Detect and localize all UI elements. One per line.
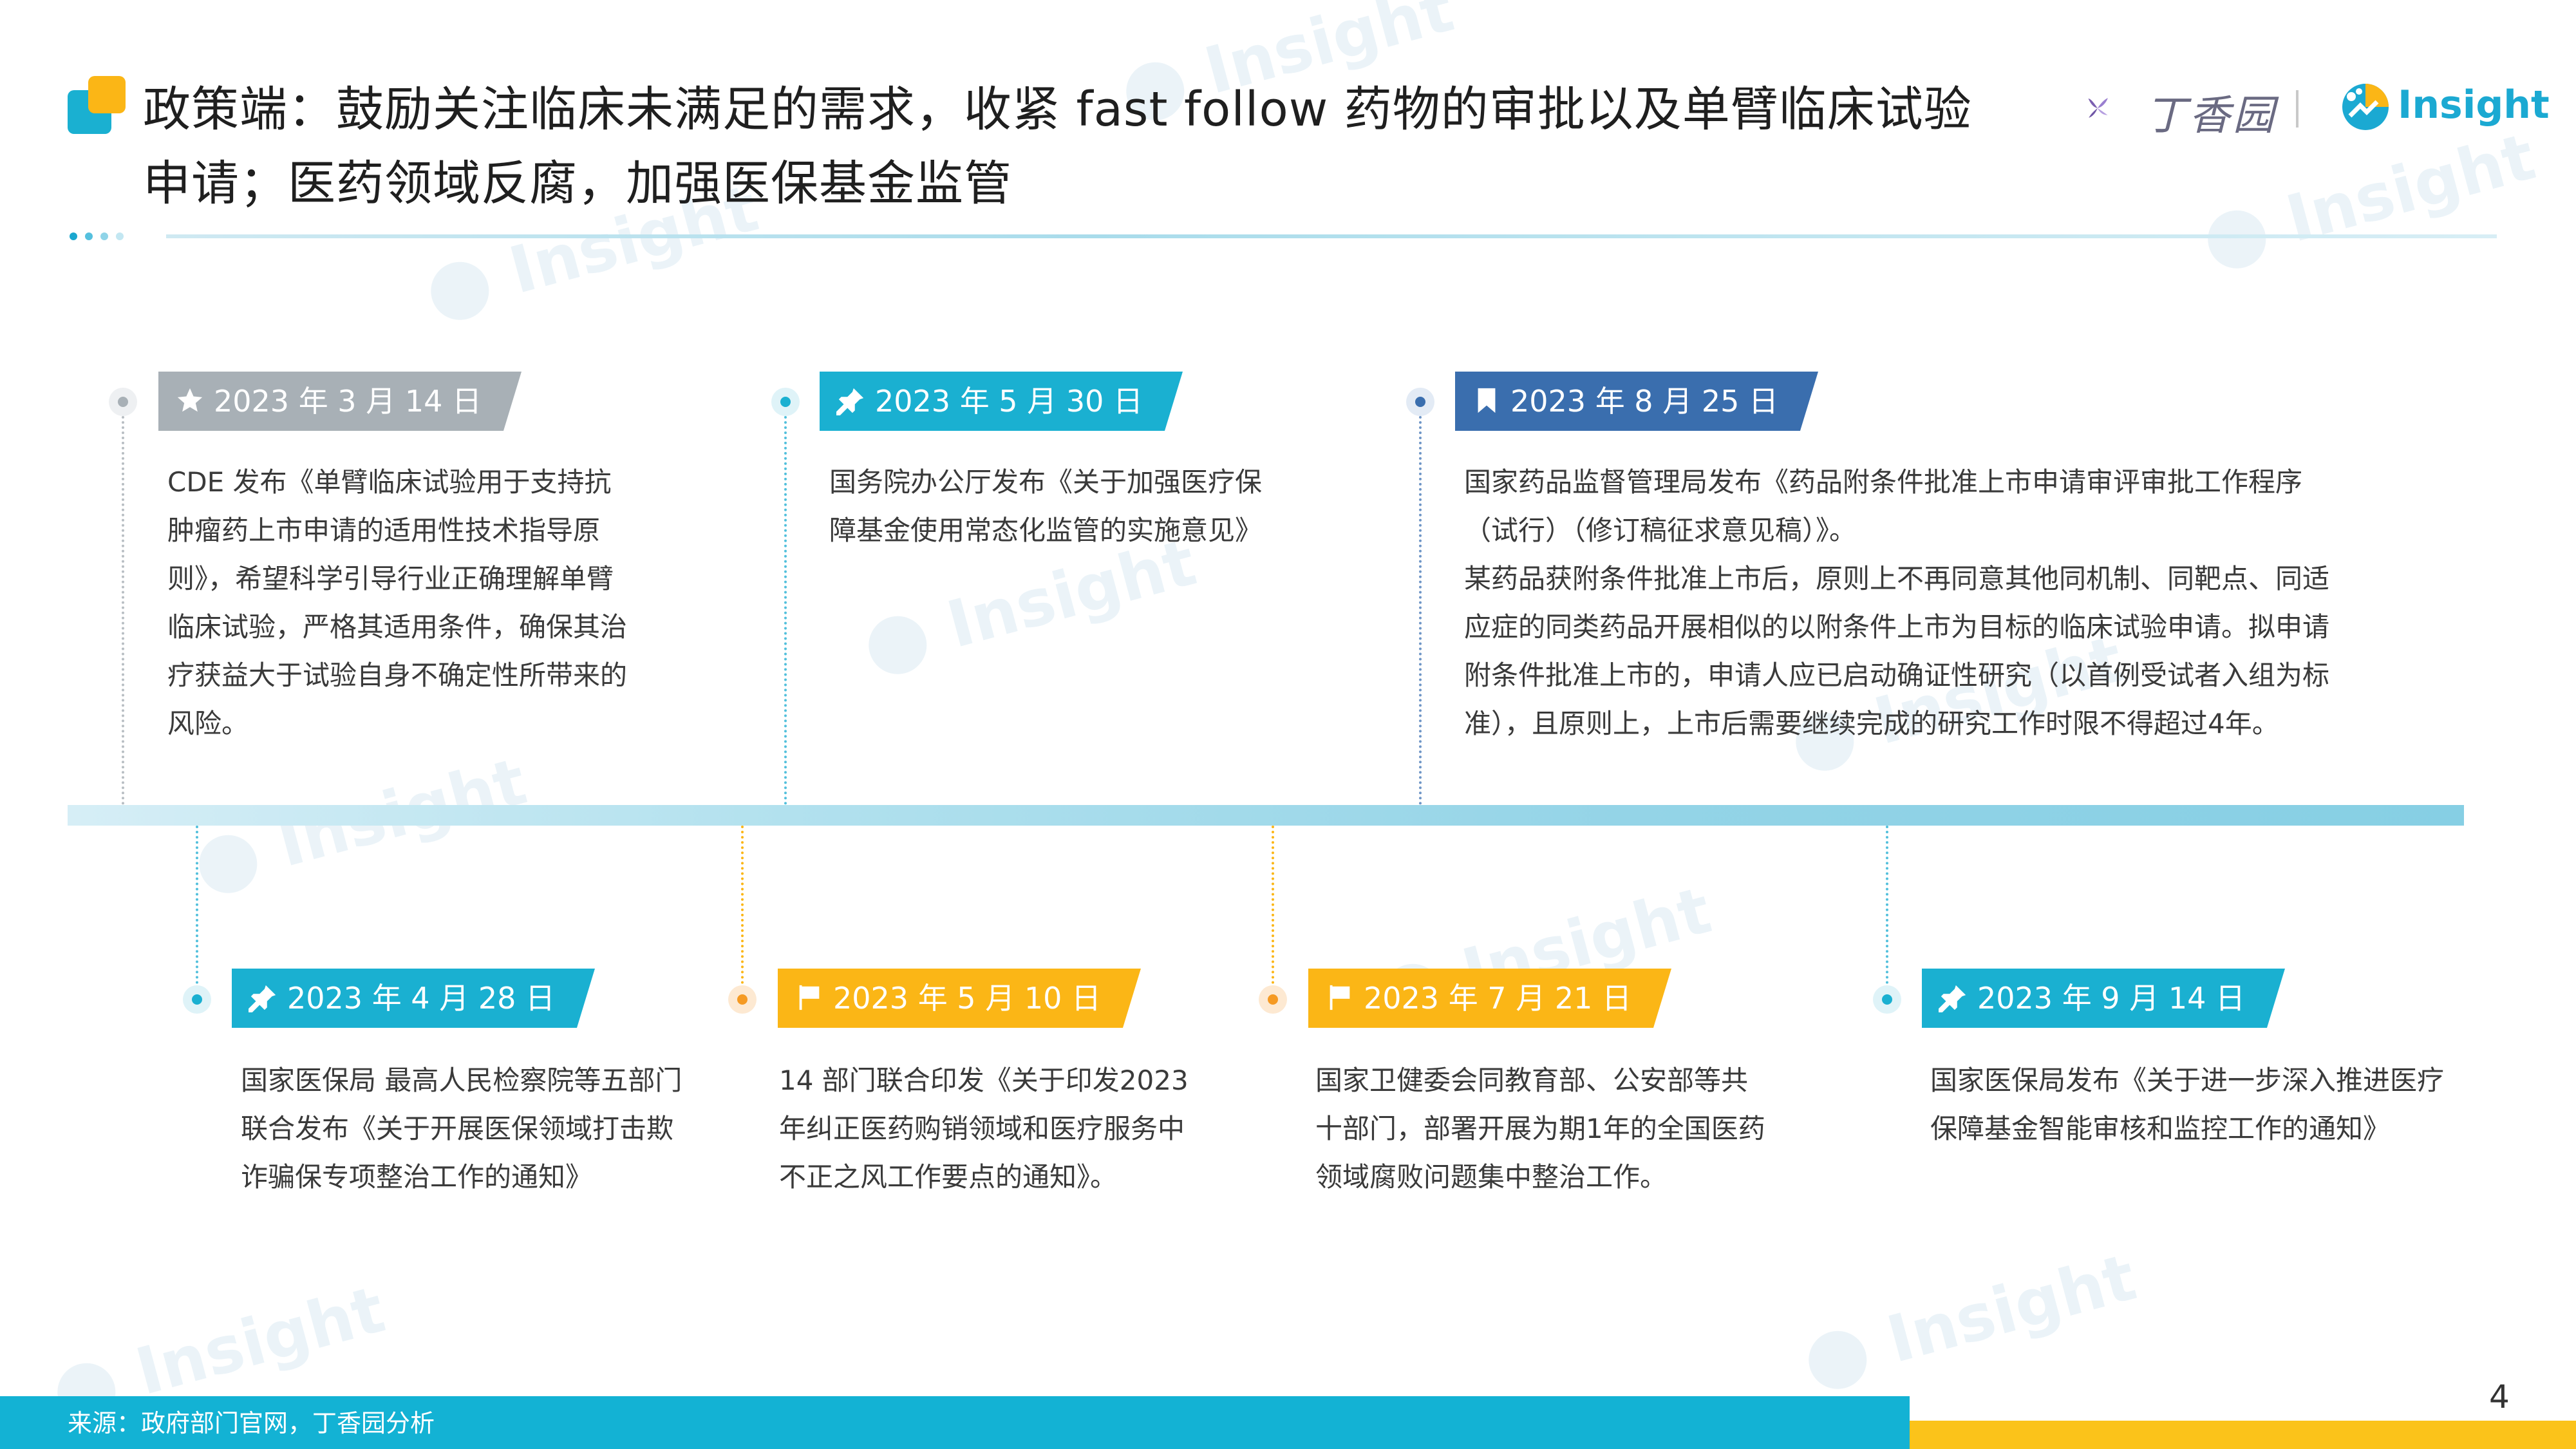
star-icon [175, 386, 205, 415]
event-description: 国务院办公厅发布《关于加强医疗保障基金使用常态化监管的实施意见》 [829, 466, 1263, 546]
event-description: CDE 发布《单臂临床试验用于支持抗肿瘤药上市申请的适用性技术指导原则》，希望科… [167, 466, 628, 739]
timeline-bar [68, 805, 2464, 826]
event-description: 国家卫健委会同教育部、公安部等共十部门，部署开展为期1年的全国医药领域腐败问题集… [1315, 1065, 1765, 1193]
date-label: 2023 年 3 月 14 日 [214, 384, 482, 419]
timeline-marker [1259, 985, 1287, 1014]
pin-icon [836, 386, 866, 415]
event-description: 国家医保局发布《关于进一步深入推进医疗保障基金智能审核和监控工作的通知》 [1930, 1065, 2445, 1144]
connector-line [1419, 406, 1422, 805]
pin-icon [249, 983, 278, 1012]
insight-logo-text: Insight [2398, 82, 2550, 128]
date-tag: 2023 年 7 月 21 日 [1308, 969, 1671, 1028]
insight-logo-icon [2342, 84, 2389, 130]
date-label: 2023 年 5 月 10 日 [833, 981, 1101, 1016]
event-description: 国家医保局 最高人民检察院等五部门联合发布《关于开展医保领域打击欺诈骗保专项整治… [241, 1065, 682, 1193]
connector-line [196, 826, 198, 999]
date-label: 2023 年 4 月 28 日 [287, 981, 555, 1016]
title-underline [166, 234, 2497, 238]
timeline-marker [1406, 388, 1434, 416]
watermark: Insight [1799, 1239, 2143, 1399]
pin-icon [1939, 983, 1968, 1012]
page-title-line-2: 申请；医药领域反腐，加强医保基金监管 [143, 156, 1012, 211]
date-tag: 2023 年 5 月 10 日 [778, 969, 1141, 1028]
footer-accent-bar [1910, 1421, 2576, 1449]
date-tag: 2023 年 8 月 25 日 [1455, 372, 1818, 431]
date-tag: 2023 年 3 月 14 日 [158, 372, 522, 431]
date-tag: 2023 年 5 月 30 日 [820, 372, 1183, 431]
bookmark-icon [1472, 386, 1501, 415]
dxy-logo-text: 丁香园 [2145, 92, 2277, 140]
page-title-line-1: 政策端：鼓励关注临床未满足的需求，收紧 fast follow 药物的审批以及单… [143, 82, 1972, 137]
connector-line [1886, 826, 1888, 999]
date-label: 2023 年 8 月 25 日 [1510, 384, 1778, 419]
page-number: 4 [2489, 1378, 2510, 1416]
watermark: Insight [2198, 118, 2543, 278]
timeline-marker [109, 388, 137, 416]
flag-icon [1325, 983, 1355, 1012]
timeline-marker [728, 985, 757, 1014]
date-label: 2023 年 9 月 14 日 [1977, 981, 2245, 1016]
logo-divider [2296, 90, 2299, 128]
connector-line [784, 406, 787, 805]
title-accent-icon [68, 76, 126, 134]
connector-line [1272, 826, 1274, 999]
date-tag: 2023 年 4 月 28 日 [232, 969, 595, 1028]
connector-line [122, 406, 124, 805]
date-label: 2023 年 5 月 30 日 [875, 384, 1143, 419]
event-description: 14 部门联合印发《关于印发2023年纠正医药购销领域和医疗服务中不正之风工作要… [779, 1065, 1189, 1193]
date-tag: 2023 年 9 月 14 日 [1922, 969, 2285, 1028]
timeline-marker [771, 388, 800, 416]
flag-icon [794, 983, 824, 1012]
connector-line [741, 826, 744, 999]
timeline-marker [183, 985, 211, 1014]
dxy-logo-icon [2088, 98, 2108, 118]
source-note: 来源：政府部门官网，丁香园分析 [68, 1409, 435, 1437]
date-label: 2023 年 7 月 21 日 [1364, 981, 1631, 1016]
event-description: 国家药品监督管理局发布《药品附条件批准上市申请审评审批工作程序（试行）（修订稿征… [1464, 466, 2330, 739]
timeline-marker [1873, 985, 1901, 1014]
